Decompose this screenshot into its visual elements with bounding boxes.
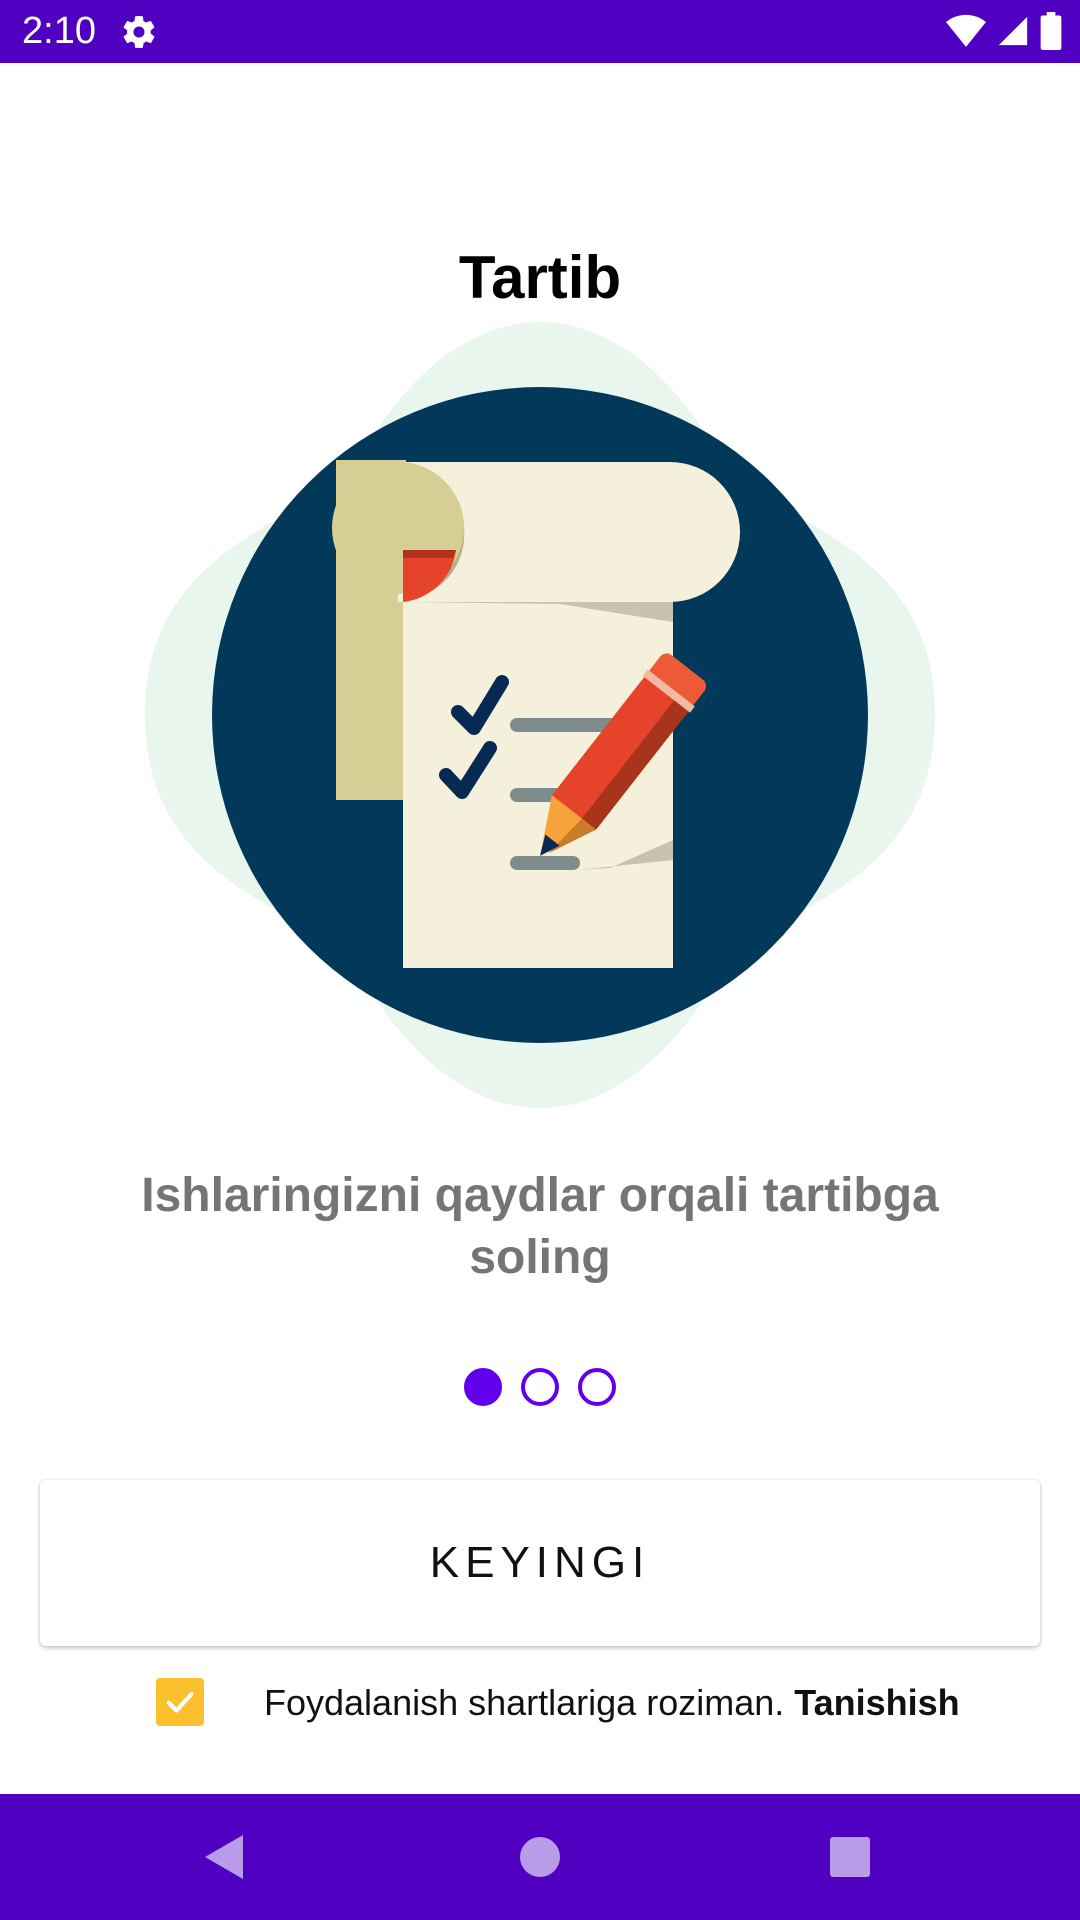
page-title: Tartib: [458, 244, 622, 311]
wifi-icon: [946, 14, 986, 48]
battery-icon: [1040, 12, 1062, 50]
next-button[interactable]: KEYINGI: [40, 1480, 1040, 1646]
gear-icon: [120, 13, 158, 51]
recents-icon[interactable]: [817, 1824, 883, 1890]
checkmark-icon: [166, 1692, 194, 1713]
status-time: 2:10: [22, 10, 96, 52]
page-dot-1: [464, 1368, 502, 1406]
home-icon[interactable]: [507, 1824, 573, 1890]
signal-icon: [996, 14, 1030, 48]
terms-link[interactable]: Tanishish: [794, 1682, 959, 1723]
terms-text: Foydalanish shartlariga roziman. Tanishi…: [264, 1682, 960, 1724]
onboarding-subtitle: Ishlaringizni qaydlar orqali tartibga so…: [141, 1169, 939, 1284]
status-bar: 2:10: [0, 0, 1080, 63]
status-indicators: [946, 12, 1062, 50]
terms-label: Foydalanish shartlariga roziman.: [264, 1682, 785, 1723]
terms-row: Foydalanish shartlariga roziman. Tanishi…: [156, 1678, 1056, 1728]
page-dot-3: [578, 1368, 616, 1406]
page-indicator: [0, 1368, 1080, 1406]
back-icon[interactable]: [192, 1824, 258, 1890]
terms-checkbox[interactable]: [156, 1678, 204, 1726]
page-dot-2: [521, 1368, 559, 1406]
navigation-bar: [0, 1794, 1080, 1920]
checklist-scroll-pencil-icon: [140, 320, 940, 1110]
